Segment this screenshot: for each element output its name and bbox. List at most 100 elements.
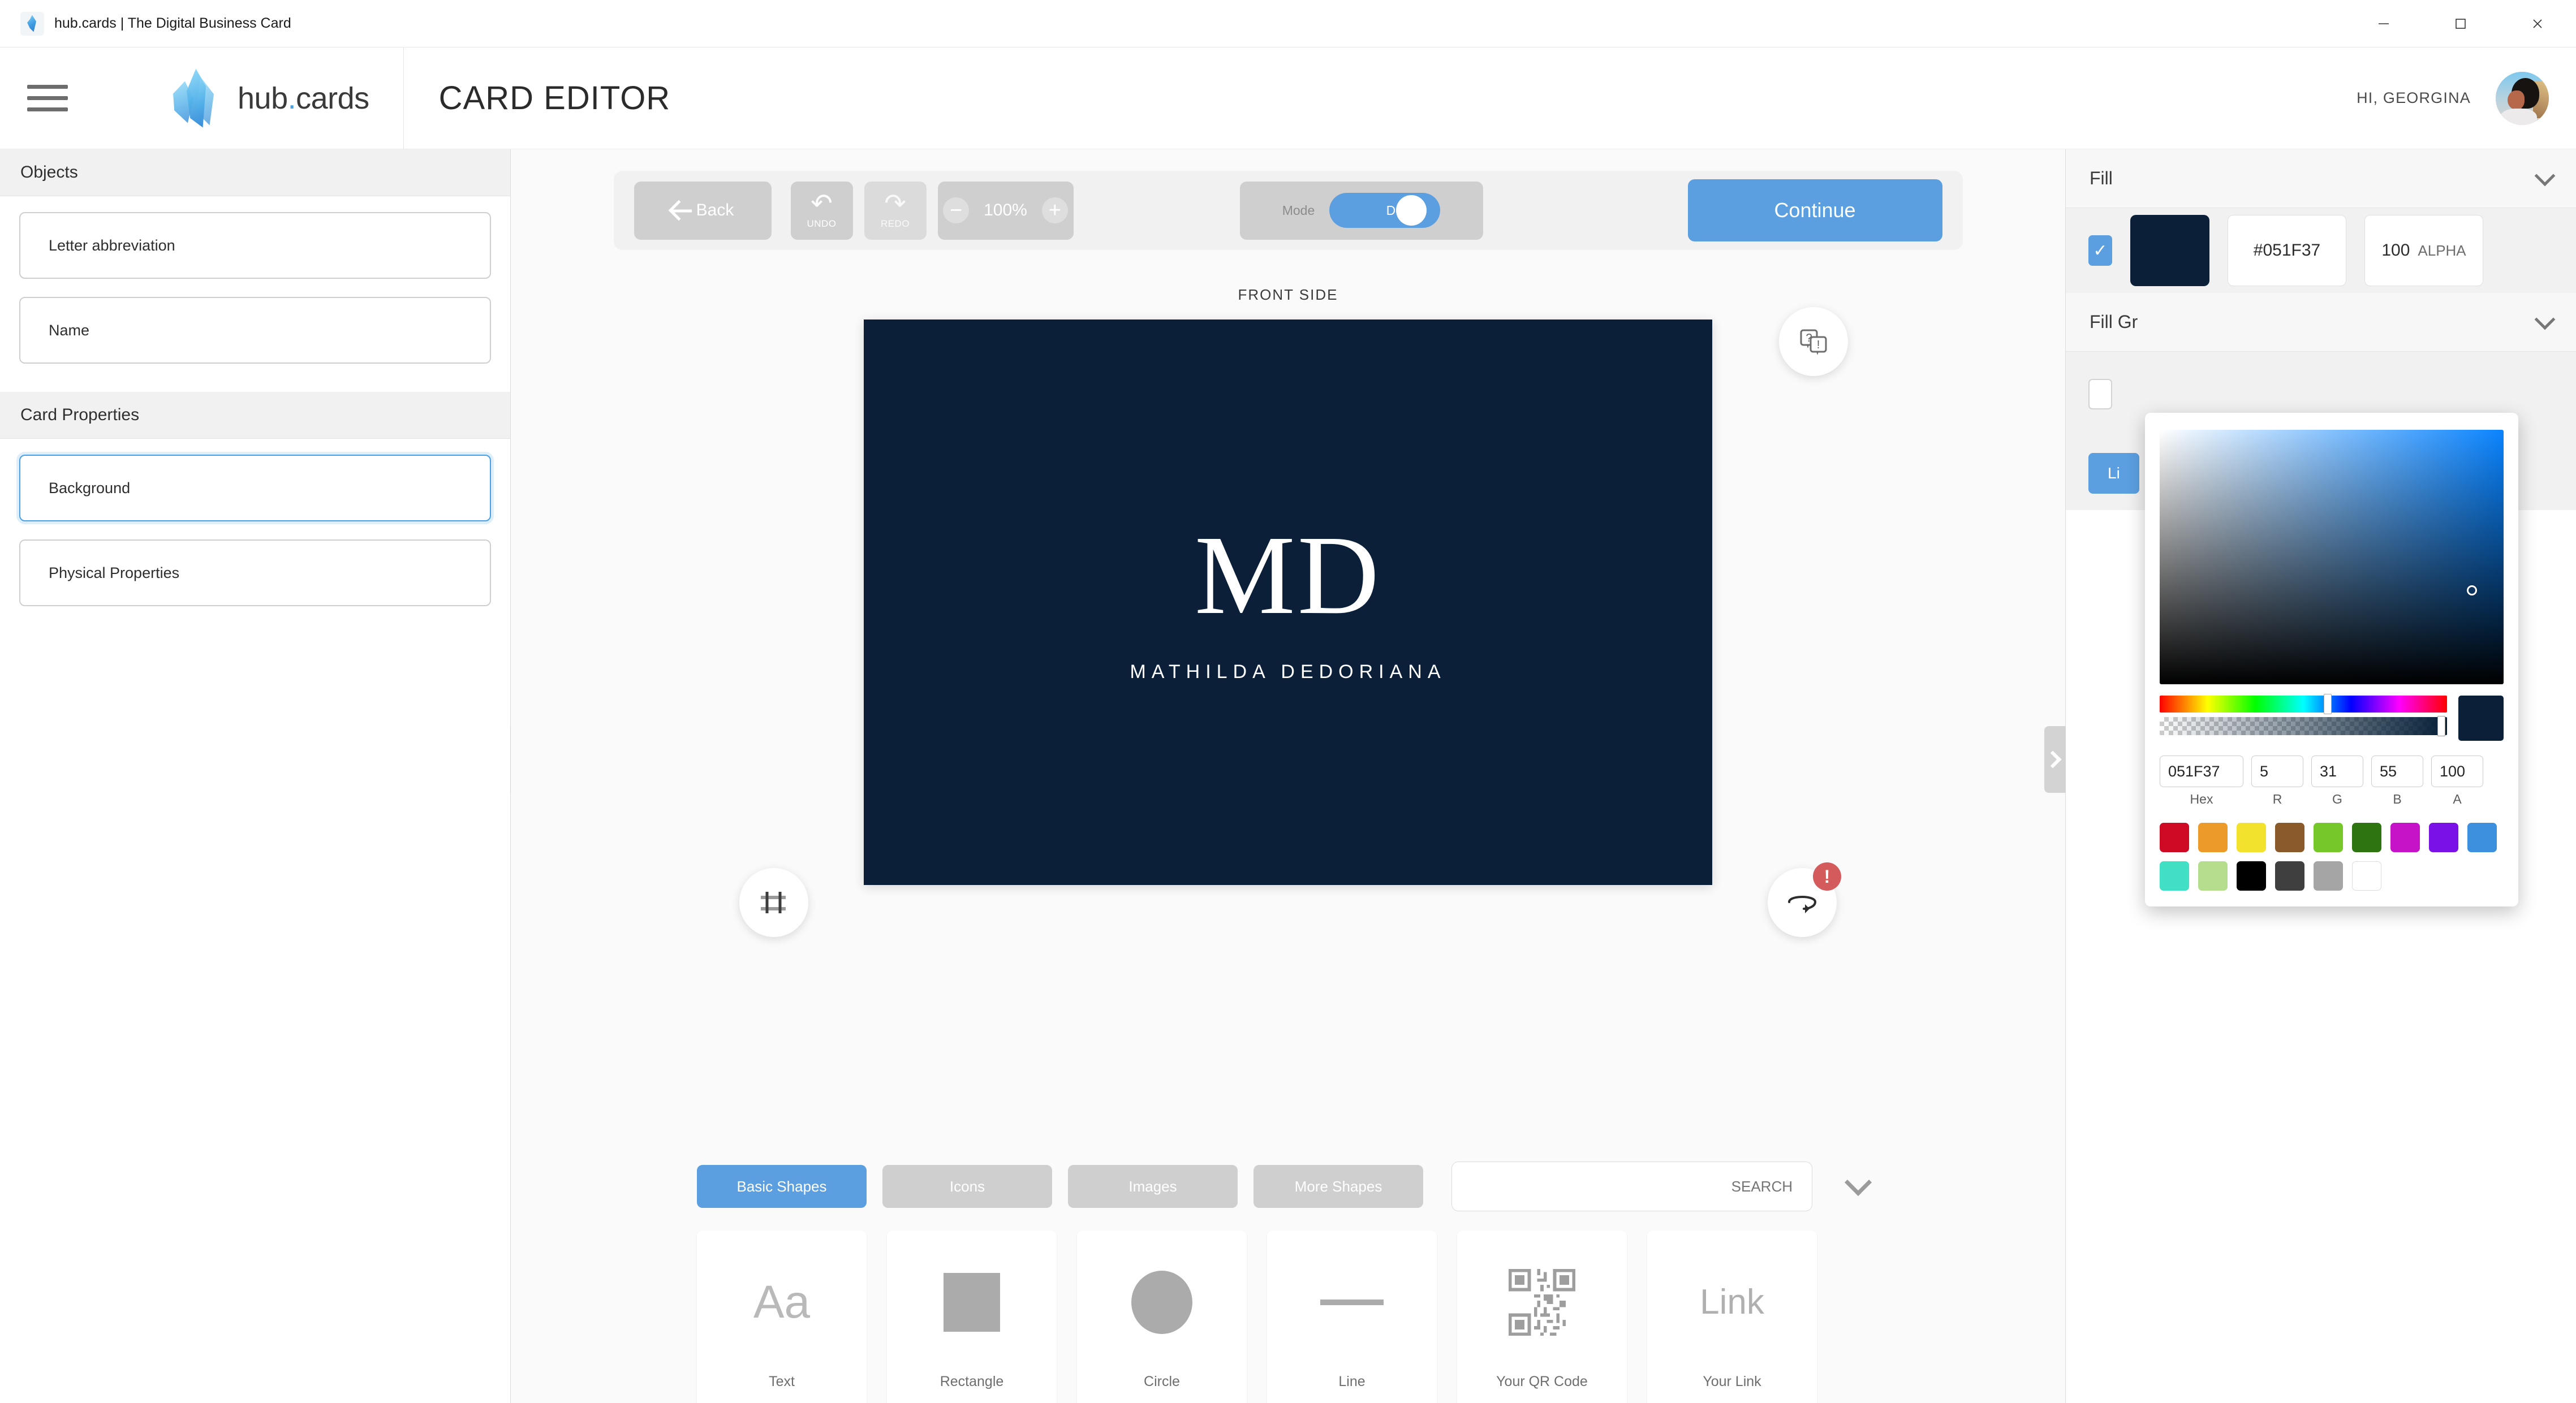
brand-suffix: cards — [296, 81, 369, 115]
palette-swatch[interactable] — [2352, 823, 2381, 852]
fill-section-title: Fill — [2090, 168, 2113, 188]
app-header: hub.cards CARD EDITOR HI, GEORGINA — [0, 48, 2576, 149]
fill-hex-field[interactable]: #051F37 — [2228, 215, 2346, 286]
alpha-input[interactable]: 100 — [2431, 756, 2483, 787]
color-picker-popover[interactable]: 051F37 Hex 5 R 31 G 55 B 100 A — [2145, 413, 2518, 906]
collapse-right-sidebar-button[interactable] — [2044, 726, 2066, 793]
hamburger-menu-icon[interactable] — [27, 85, 68, 111]
undo-button-label: UNDO — [807, 218, 837, 229]
flip-card-icon — [1788, 896, 1817, 913]
palette-swatch[interactable] — [2160, 861, 2189, 891]
shape-item-rectangle[interactable]: Rectangle — [887, 1231, 1057, 1403]
crop-frame-icon — [761, 892, 786, 913]
fill-section-header[interactable]: Fill — [2066, 149, 2576, 208]
chevron-right-icon — [2044, 750, 2062, 769]
card-property-physical-properties[interactable]: Physical Properties — [19, 539, 491, 606]
search-input[interactable] — [1452, 1177, 1793, 1195]
color-value-fields: 051F37 Hex 5 R 31 G 55 B 100 A — [2160, 756, 2504, 807]
hex-value: 051F37 — [2168, 762, 2220, 780]
brand-wordmark: hub.cards — [238, 81, 369, 116]
shape-item-link[interactable]: Link Your Link — [1647, 1231, 1817, 1403]
card-name-text[interactable]: MATHILDA DEDORIANA — [1130, 661, 1446, 683]
alpha-slider[interactable] — [2160, 716, 2447, 736]
fill-gradient-enabled-checkbox[interactable] — [2088, 379, 2112, 409]
palette-swatch[interactable] — [2314, 861, 2343, 891]
tab-basic-shapes[interactable]: Basic Shapes — [697, 1165, 867, 1208]
gradient-type-button[interactable]: Li — [2088, 453, 2139, 494]
chevron-down-icon[interactable] — [2534, 165, 2556, 186]
zoom-in-button[interactable]: + — [1041, 197, 1068, 223]
green-input[interactable]: 31 — [2311, 756, 2363, 787]
palette-swatch[interactable] — [2160, 823, 2189, 852]
fill-enabled-checkbox[interactable]: ✓ — [2088, 235, 2112, 266]
help-button[interactable]: ? ! — [1779, 307, 1848, 376]
brand-name: hub — [238, 81, 288, 115]
fill-alpha-field[interactable]: 100 ALPHA — [2364, 215, 2483, 286]
tab-more-shapes[interactable]: More Shapes — [1253, 1165, 1423, 1208]
undo-arrow-icon: ↶ — [811, 188, 833, 218]
palette-swatch[interactable] — [2314, 823, 2343, 852]
palette-swatch[interactable] — [2390, 823, 2420, 852]
palette-swatch[interactable] — [2275, 823, 2304, 852]
palette-swatch[interactable] — [2198, 861, 2228, 891]
chevron-down-icon[interactable] — [2534, 309, 2556, 330]
maximize-button[interactable] — [2422, 0, 2499, 47]
shape-item-qr-code[interactable]: Your QR Code — [1457, 1231, 1627, 1403]
header-user-area: HI, GEORGINA — [2357, 71, 2549, 125]
close-button[interactable] — [2499, 0, 2576, 47]
shapes-tabs: Basic Shapes Icons Images More Shapes — [697, 1162, 1879, 1211]
brand-logo[interactable]: hub.cards — [170, 68, 369, 128]
left-sidebar: Objects Letter abbreviation Name Card Pr… — [0, 149, 532, 1403]
crop-button[interactable] — [739, 868, 808, 937]
chevron-down-icon[interactable] — [1844, 1168, 1872, 1197]
object-item-letter-abbreviation[interactable]: Letter abbreviation — [19, 212, 491, 279]
search-box[interactable] — [1451, 1162, 1812, 1211]
palette-swatch[interactable] — [2275, 861, 2304, 891]
continue-button[interactable]: Continue — [1687, 179, 1942, 241]
hue-slider[interactable] — [2160, 694, 2447, 714]
business-card-preview[interactable]: MD MATHILDA DEDORIANA — [864, 320, 1712, 885]
palette-swatch[interactable] — [2429, 823, 2458, 852]
red-input[interactable]: 5 — [2251, 756, 2303, 787]
fill-color-swatch[interactable] — [2130, 215, 2209, 286]
palette-swatch[interactable] — [2352, 861, 2381, 891]
mode-toggle-switch[interactable]: Design — [1329, 193, 1441, 228]
avatar[interactable] — [2496, 71, 2549, 125]
palette-swatch[interactable] — [2237, 823, 2266, 852]
zoom-out-button[interactable]: − — [943, 197, 970, 223]
redo-arrow-icon: ↷ — [884, 188, 906, 218]
window-controls — [2345, 0, 2576, 47]
minimize-button[interactable] — [2345, 0, 2422, 47]
shape-item-circle[interactable]: Circle — [1077, 1231, 1247, 1403]
alpha-label: A — [2453, 792, 2462, 806]
saturation-value-area[interactable] — [2160, 430, 2504, 684]
palette-swatch[interactable] — [2198, 823, 2228, 852]
svg-text:!: ! — [1817, 339, 1820, 351]
page-title: CARD EDITOR — [438, 80, 671, 116]
palette-swatch[interactable] — [2467, 823, 2497, 852]
tab-images[interactable]: Images — [1068, 1165, 1238, 1208]
palette-swatch[interactable] — [2237, 861, 2266, 891]
color-picker-handle[interactable] — [2467, 585, 2477, 595]
hex-input[interactable]: 051F37 — [2160, 756, 2243, 787]
shape-item-line[interactable]: Line — [1267, 1231, 1437, 1403]
flip-card-button[interactable]: ! — [1768, 862, 1841, 937]
redo-button[interactable]: ↷ REDO — [864, 181, 927, 240]
back-button-label: Back — [696, 201, 734, 219]
zoom-control: − 100% + — [937, 181, 1074, 240]
fill-gradient-section-header[interactable]: Fill Gr — [2066, 293, 2576, 352]
blue-input[interactable]: 55 — [2371, 756, 2423, 787]
alpha-slider-thumb[interactable] — [2437, 716, 2445, 736]
tab-icons[interactable]: Icons — [882, 1165, 1052, 1208]
undo-button[interactable]: ↶ UNDO — [790, 181, 853, 240]
shape-item-label: Your QR Code — [1496, 1374, 1588, 1389]
object-item-name[interactable]: Name — [19, 297, 491, 364]
shape-item-text[interactable]: Aa Text — [697, 1231, 867, 1403]
hue-slider-thumb[interactable] — [2323, 694, 2332, 714]
card-property-background[interactable]: Background — [19, 455, 491, 521]
shape-item-label: Rectangle — [940, 1374, 1004, 1389]
continue-button-label: Continue — [1774, 198, 1856, 222]
back-button[interactable]: Back — [634, 181, 772, 240]
card-monogram[interactable]: MD — [1195, 519, 1381, 632]
line-icon — [1320, 1299, 1384, 1305]
